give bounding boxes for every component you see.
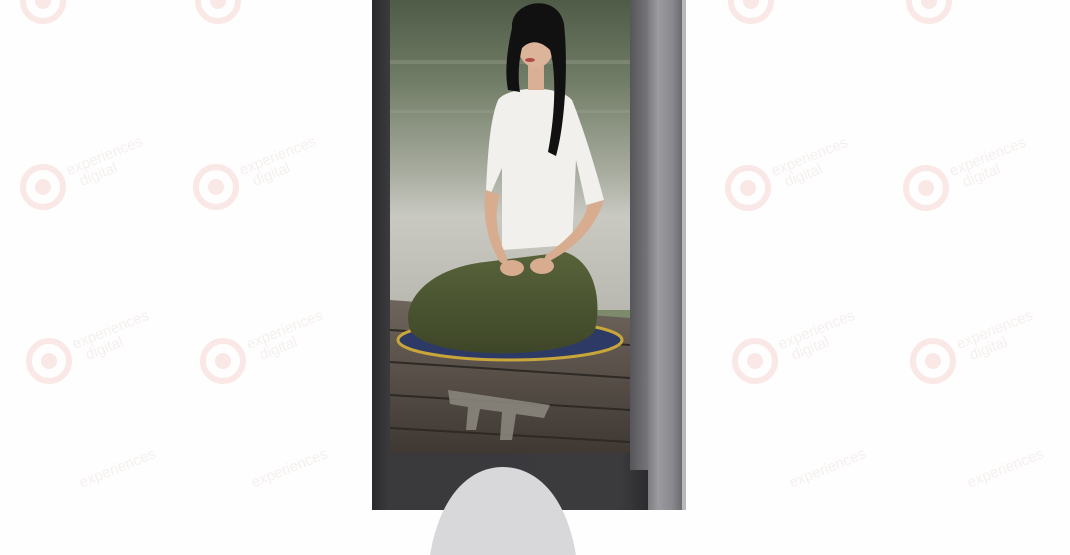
watermark-line-2: digital [967,333,1010,364]
watermark-line-1: experiences [248,444,331,491]
watermark-line-2: digital [83,333,126,364]
watermark-line-1: experiences [76,444,159,491]
watermark: experiencesdigital [20,0,151,24]
experiences-digital-logo [193,164,239,210]
watermark-line-2: digital [77,159,120,190]
watermark-line-1: experiences [237,132,319,179]
experiences-digital-logo [725,165,771,211]
kiosk-side-panel [648,0,682,510]
watermark-line-1: experiences [786,444,869,491]
experiences-digital-logo [26,338,72,384]
watermark-line-1: experiences [244,306,326,353]
watermark-line-1: experiences [64,132,146,179]
watermark-line-1: experiences [954,306,1036,353]
watermark: experiencesdigital [26,307,157,384]
experiences-digital-logo [732,338,778,384]
experiences-digital-logo [903,165,949,211]
watermark [906,0,952,24]
hand [530,258,554,274]
watermark [728,0,774,24]
watermark: experiencesdigital [725,134,856,211]
watermark-line-1: experiences [776,306,858,353]
hand [500,260,524,276]
watermark-line-1: experiences [964,444,1047,491]
kiosk-base [430,467,576,555]
experiences-digital-logo [200,338,246,384]
watermark-line-1: experiences [769,133,851,180]
digital-signage-kiosk [372,0,688,555]
watermark: experiencesdigital [193,133,324,210]
experiences-digital-logo [728,0,774,24]
kiosk-bezel [630,0,648,470]
watermark-line-2: digital [250,159,293,190]
meditation-photo [390,0,630,453]
watermark-line-2: digital [789,333,832,364]
experiences-digital-logo [20,164,66,210]
experiences-digital-logo [20,0,66,24]
watermark-line-2: digital [960,160,1003,191]
watermark-line-2: digital [257,333,300,364]
watermark: experiencesdigital [20,133,151,210]
watermark-line-1: experiences [70,306,152,353]
watermark [195,0,241,24]
lips [525,58,535,62]
watermark: experiencesdigital [732,307,863,384]
watermark-line-2: digital [782,160,825,191]
watermark-line-2: digital [70,0,151,6]
watermark: experiencesdigital [200,307,331,384]
kiosk-display-screen [390,0,630,453]
neck [528,66,544,90]
kiosk-side-edge [682,0,686,510]
experiences-digital-logo [906,0,952,24]
watermark-line-1: experiences [947,133,1029,180]
experiences-digital-logo [910,338,956,384]
watermark: experiencesdigital [903,134,1034,211]
watermark: experiencesdigital [910,307,1041,384]
experiences-digital-logo [195,0,241,24]
